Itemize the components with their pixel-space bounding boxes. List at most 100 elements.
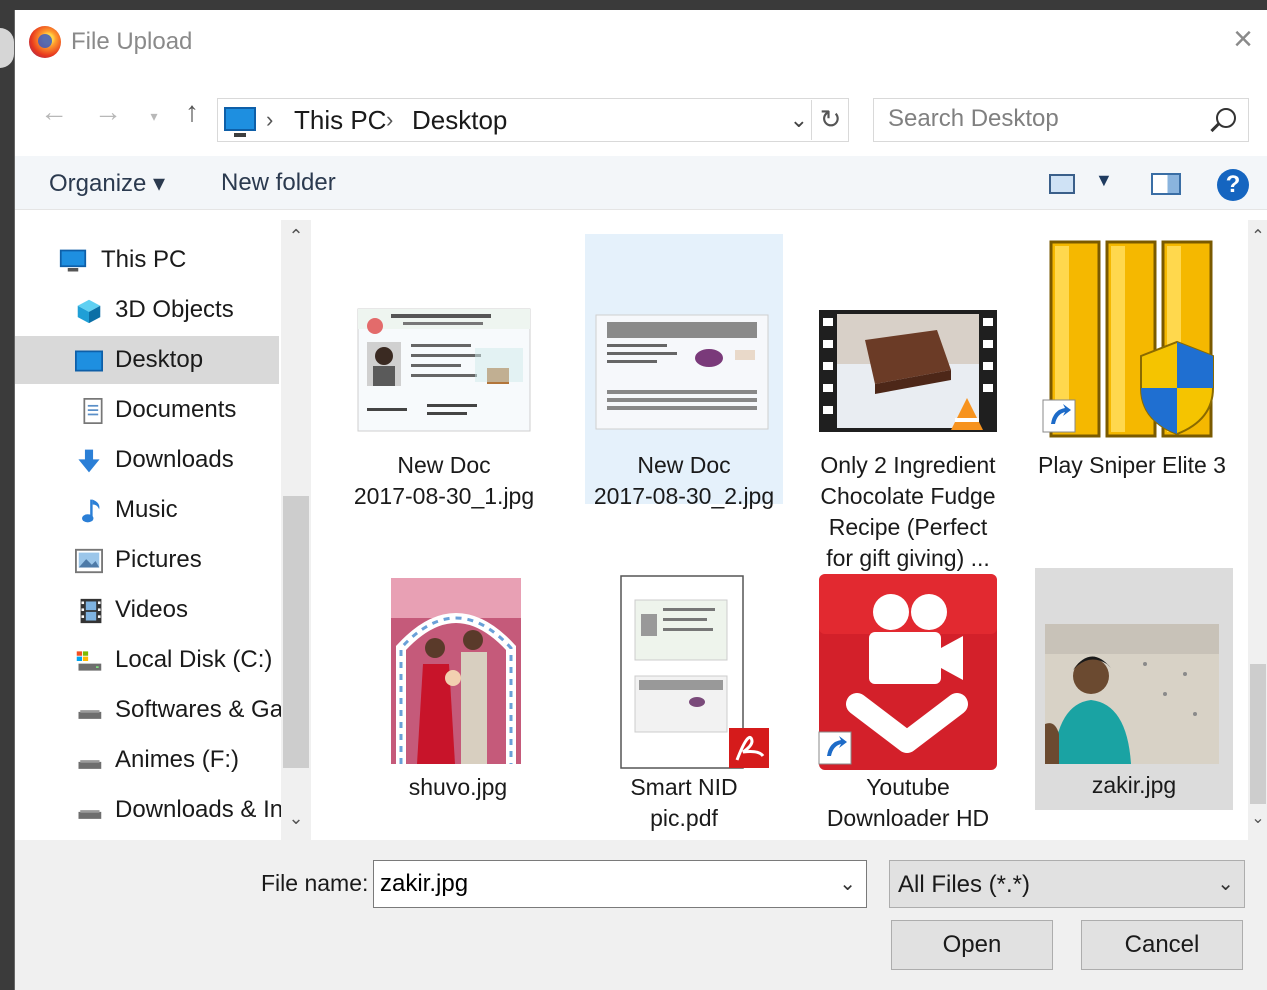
cube-icon [77,299,101,324]
nav-item-label: This PC [101,246,187,273]
scroll-down-chevron-icon[interactable]: ⌄ [1248,808,1267,828]
nav-item-label: Animes (F:) [115,746,240,773]
nav-item-label: 3D Objects [115,296,234,323]
file-name: New Doc 2017-08-30_2.jpg [593,452,775,509]
film-icon [80,598,102,624]
preview-pane-icon[interactable] [1151,173,1181,195]
breadcrumb-desktop[interactable]: Desktop [412,105,507,136]
file-list: New Doc 2017-08-30_1.jpg New Doc 2017-08… [311,220,1267,840]
new-folder-button[interactable]: New folder [221,169,336,197]
nav-item-label: Music [115,496,178,523]
file-item-new-doc-2[interactable]: New Doc 2017-08-30_2.jpg [585,234,783,509]
nav-item-pictures[interactable]: Pictures [15,536,279,584]
game-shortcut-icon [1042,240,1214,438]
file-item-new-doc-1[interactable]: New Doc 2017-08-30_1.jpg [345,234,543,509]
picture-icon [75,548,103,574]
file-list-scrollbar[interactable]: ⌃ ⌄ [1248,220,1267,840]
file-name: shuvo.jpg [408,774,508,800]
nav-item-downloads[interactable]: Downloads [15,436,279,484]
file-item-chocolate-fudge-video[interactable]: Only 2 Ingredient Chocolate Fudge Recipe… [809,234,1007,571]
nav-item-this-pc[interactable]: This PC [15,236,279,284]
desktop-icon [75,350,103,372]
organize-button[interactable]: Organize ▾ [49,169,165,198]
nav-item-animes-f[interactable]: Animes (F:) [15,736,279,784]
file-type-filter-select[interactable]: All Files (*.*) ⌄ [889,860,1245,908]
file-item-zakir-jpg[interactable]: zakir.jpg [1035,568,1233,810]
background-strip-top [0,0,1267,10]
file-item-youtube-downloader-hd[interactable]: Youtube Downloader HD [809,570,1007,840]
nav-item-label: Local Disk (C:) [115,646,273,673]
music-note-icon [82,499,100,523]
navigation-row: ← → ▾ ↑ › This PC › Desktop ⌄ ↻ Search D… [15,86,1267,146]
change-view-icon[interactable] [1049,174,1075,194]
nav-item-videos[interactable]: Videos [15,586,279,634]
file-name-label: File name: [261,870,369,896]
nav-item-documents[interactable]: Documents [15,386,279,434]
scroll-up-chevron-icon[interactable]: ⌃ [281,226,311,247]
command-bar: Organize ▾ New folder ▼ ? [15,156,1267,210]
search-box[interactable]: Search Desktop [873,98,1249,142]
file-type-dropdown-chevron-icon[interactable]: ⌄ [1217,871,1234,896]
navigation-pane-scrollbar[interactable]: ⌃ ⌄ [281,220,311,840]
nav-item-softwares-drive[interactable]: Softwares & Gar [15,686,291,734]
nav-item-music[interactable]: Music [15,486,279,534]
download-arrow-icon [78,449,100,473]
up-arrow-icon[interactable]: ↑ [175,96,209,128]
back-arrow-icon[interactable]: ← [37,96,71,128]
file-name: zakir.jpg [1091,772,1177,798]
recent-locations-chevron-icon[interactable]: ▾ [137,108,171,125]
search-icon [1216,108,1236,128]
id-card-thumbnail [357,308,531,432]
file-name-combobox[interactable]: ⌄ [373,860,867,908]
nav-item-desktop[interactable]: Desktop [15,336,279,384]
file-name-dropdown-chevron-icon[interactable]: ⌄ [839,871,856,896]
drive-icon [78,760,102,769]
breadcrumb-separator-icon: › [386,107,394,132]
computer-icon [224,107,256,137]
address-dropdown-chevron-icon[interactable]: ⌄ [790,107,808,133]
photo-thumbnail [391,578,521,764]
close-icon[interactable]: × [1223,20,1263,60]
forward-arrow-icon[interactable]: → [91,96,125,128]
address-bar[interactable]: › This PC › Desktop ⌄ [217,98,849,142]
nav-item-3d-objects[interactable]: 3D Objects [15,286,279,334]
nav-item-downloads-drive[interactable]: Downloads & In [15,786,283,834]
scrollbar-thumb[interactable] [283,496,309,768]
file-name-input[interactable] [378,867,818,901]
nav-item-local-disk-c[interactable]: Local Disk (C:) [15,636,279,684]
scrollbar-thumb[interactable] [1250,664,1266,804]
file-name: New Doc 2017-08-30_1.jpg [353,452,535,509]
youtube-downloader-shortcut-icon [818,574,997,770]
photo-thumbnail [1045,624,1219,764]
help-icon[interactable]: ? [1217,169,1249,201]
navigation-pane: This PC 3D Objects Desktop Documents Dow… [15,220,311,840]
view-options-chevron-icon[interactable]: ▼ [1095,170,1113,191]
breadcrumb-this-pc[interactable]: This PC [294,105,386,136]
open-button[interactable]: Open [891,920,1053,970]
title-bar[interactable]: File Upload × [15,10,1267,76]
pdf-thumbnail [620,575,769,769]
document-icon [83,398,103,424]
scroll-up-chevron-icon[interactable]: ⌃ [1248,226,1267,246]
file-upload-dialog: File Upload × ← → ▾ ↑ › This PC › Deskto… [14,10,1267,990]
background-strip-left [0,10,14,990]
cancel-button[interactable]: Cancel [1081,920,1243,970]
window-title: File Upload [71,28,193,55]
nav-item-label: Desktop [115,346,204,373]
drive-icon [78,710,102,719]
drive-icon [76,651,102,671]
nav-item-label: Downloads & In [115,796,284,823]
file-item-play-sniper-elite-3[interactable]: Play Sniper Elite 3 [1033,234,1231,504]
nav-item-label: Downloads [115,446,234,473]
file-item-shuvo-jpg[interactable]: shuvo.jpg [359,570,557,818]
search-placeholder: Search Desktop [888,105,1059,132]
file-item-smart-nid-pdf[interactable]: Smart NID pic.pdf [585,570,783,840]
computer-icon [59,249,87,272]
file-name: Play Sniper Elite 3 [1038,452,1226,478]
scroll-down-chevron-icon[interactable]: ⌄ [281,808,311,829]
dialog-footer: File name: ⌄ All Files (*.*) ⌄ Open Canc… [15,840,1267,990]
nav-item-label: Documents [115,396,237,423]
file-type-filter-value: All Files (*.*) [898,871,1031,898]
firefox-icon [29,26,61,58]
refresh-icon[interactable]: ↻ [811,100,849,140]
